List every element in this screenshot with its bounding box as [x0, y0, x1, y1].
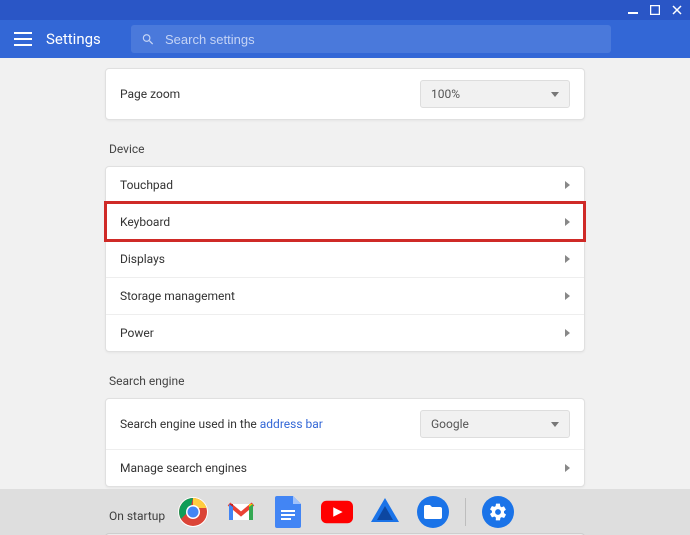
- chevron-right-icon: [565, 464, 570, 472]
- device-item-displays[interactable]: Displays: [106, 240, 584, 277]
- device-item-label: Power: [120, 326, 154, 340]
- search-engine-card: Search engine used in the address bar Go…: [105, 398, 585, 487]
- settings-app-icon[interactable]: [482, 496, 514, 528]
- search-engine-row: Search engine used in the address bar Go…: [106, 399, 584, 449]
- chevron-down-icon: [551, 92, 559, 97]
- settings-content: Page zoom 100% Device Touchpad Keyboard …: [0, 58, 690, 535]
- app-header: Settings: [0, 20, 690, 58]
- page-zoom-value: 100%: [431, 87, 460, 101]
- docs-app-icon[interactable]: [273, 496, 305, 528]
- search-engine-section-title: Search engine: [109, 374, 585, 388]
- close-icon[interactable]: [670, 3, 684, 17]
- drive-sync-app-icon[interactable]: [369, 496, 401, 528]
- search-icon: [141, 32, 155, 47]
- chevron-right-icon: [565, 218, 570, 226]
- search-engine-value: Google: [431, 417, 469, 431]
- search-field[interactable]: [131, 25, 611, 53]
- youtube-app-icon[interactable]: [321, 496, 353, 528]
- chevron-right-icon: [565, 255, 570, 263]
- page-zoom-label: Page zoom: [120, 87, 180, 101]
- device-item-label: Touchpad: [120, 178, 173, 192]
- device-item-touchpad[interactable]: Touchpad: [106, 167, 584, 203]
- page-zoom-card: Page zoom 100%: [105, 68, 585, 120]
- search-input[interactable]: [165, 32, 601, 47]
- chrome-app-icon[interactable]: [177, 496, 209, 528]
- manage-search-engines-row[interactable]: Manage search engines: [106, 449, 584, 486]
- chevron-right-icon: [565, 181, 570, 189]
- search-engine-label: Search engine used in the address bar: [120, 417, 323, 431]
- minimize-icon[interactable]: [626, 3, 640, 17]
- search-engine-select[interactable]: Google: [420, 410, 570, 438]
- shelf-divider: [465, 498, 466, 526]
- device-item-label: Displays: [120, 252, 165, 266]
- menu-icon[interactable]: [14, 32, 32, 46]
- gmail-app-icon[interactable]: [225, 496, 257, 528]
- device-item-label: Storage management: [120, 289, 235, 303]
- chevron-right-icon: [565, 292, 570, 300]
- device-item-storage[interactable]: Storage management: [106, 277, 584, 314]
- chevron-right-icon: [565, 329, 570, 337]
- maximize-icon[interactable]: [648, 3, 662, 17]
- device-item-keyboard[interactable]: Keyboard: [106, 203, 584, 240]
- address-bar-link[interactable]: address bar: [260, 417, 323, 431]
- chevron-down-icon: [551, 422, 559, 427]
- device-card: Touchpad Keyboard Displays Storage manag…: [105, 166, 585, 352]
- manage-search-engines-label: Manage search engines: [120, 461, 247, 475]
- window-controls: [0, 0, 690, 20]
- device-section-title: Device: [109, 142, 585, 156]
- device-item-label: Keyboard: [120, 215, 170, 229]
- page-title: Settings: [46, 30, 101, 48]
- page-zoom-select[interactable]: 100%: [420, 80, 570, 108]
- shelf: [0, 489, 690, 535]
- device-item-power[interactable]: Power: [106, 314, 584, 351]
- files-app-icon[interactable]: [417, 496, 449, 528]
- page-zoom-row: Page zoom 100%: [106, 69, 584, 119]
